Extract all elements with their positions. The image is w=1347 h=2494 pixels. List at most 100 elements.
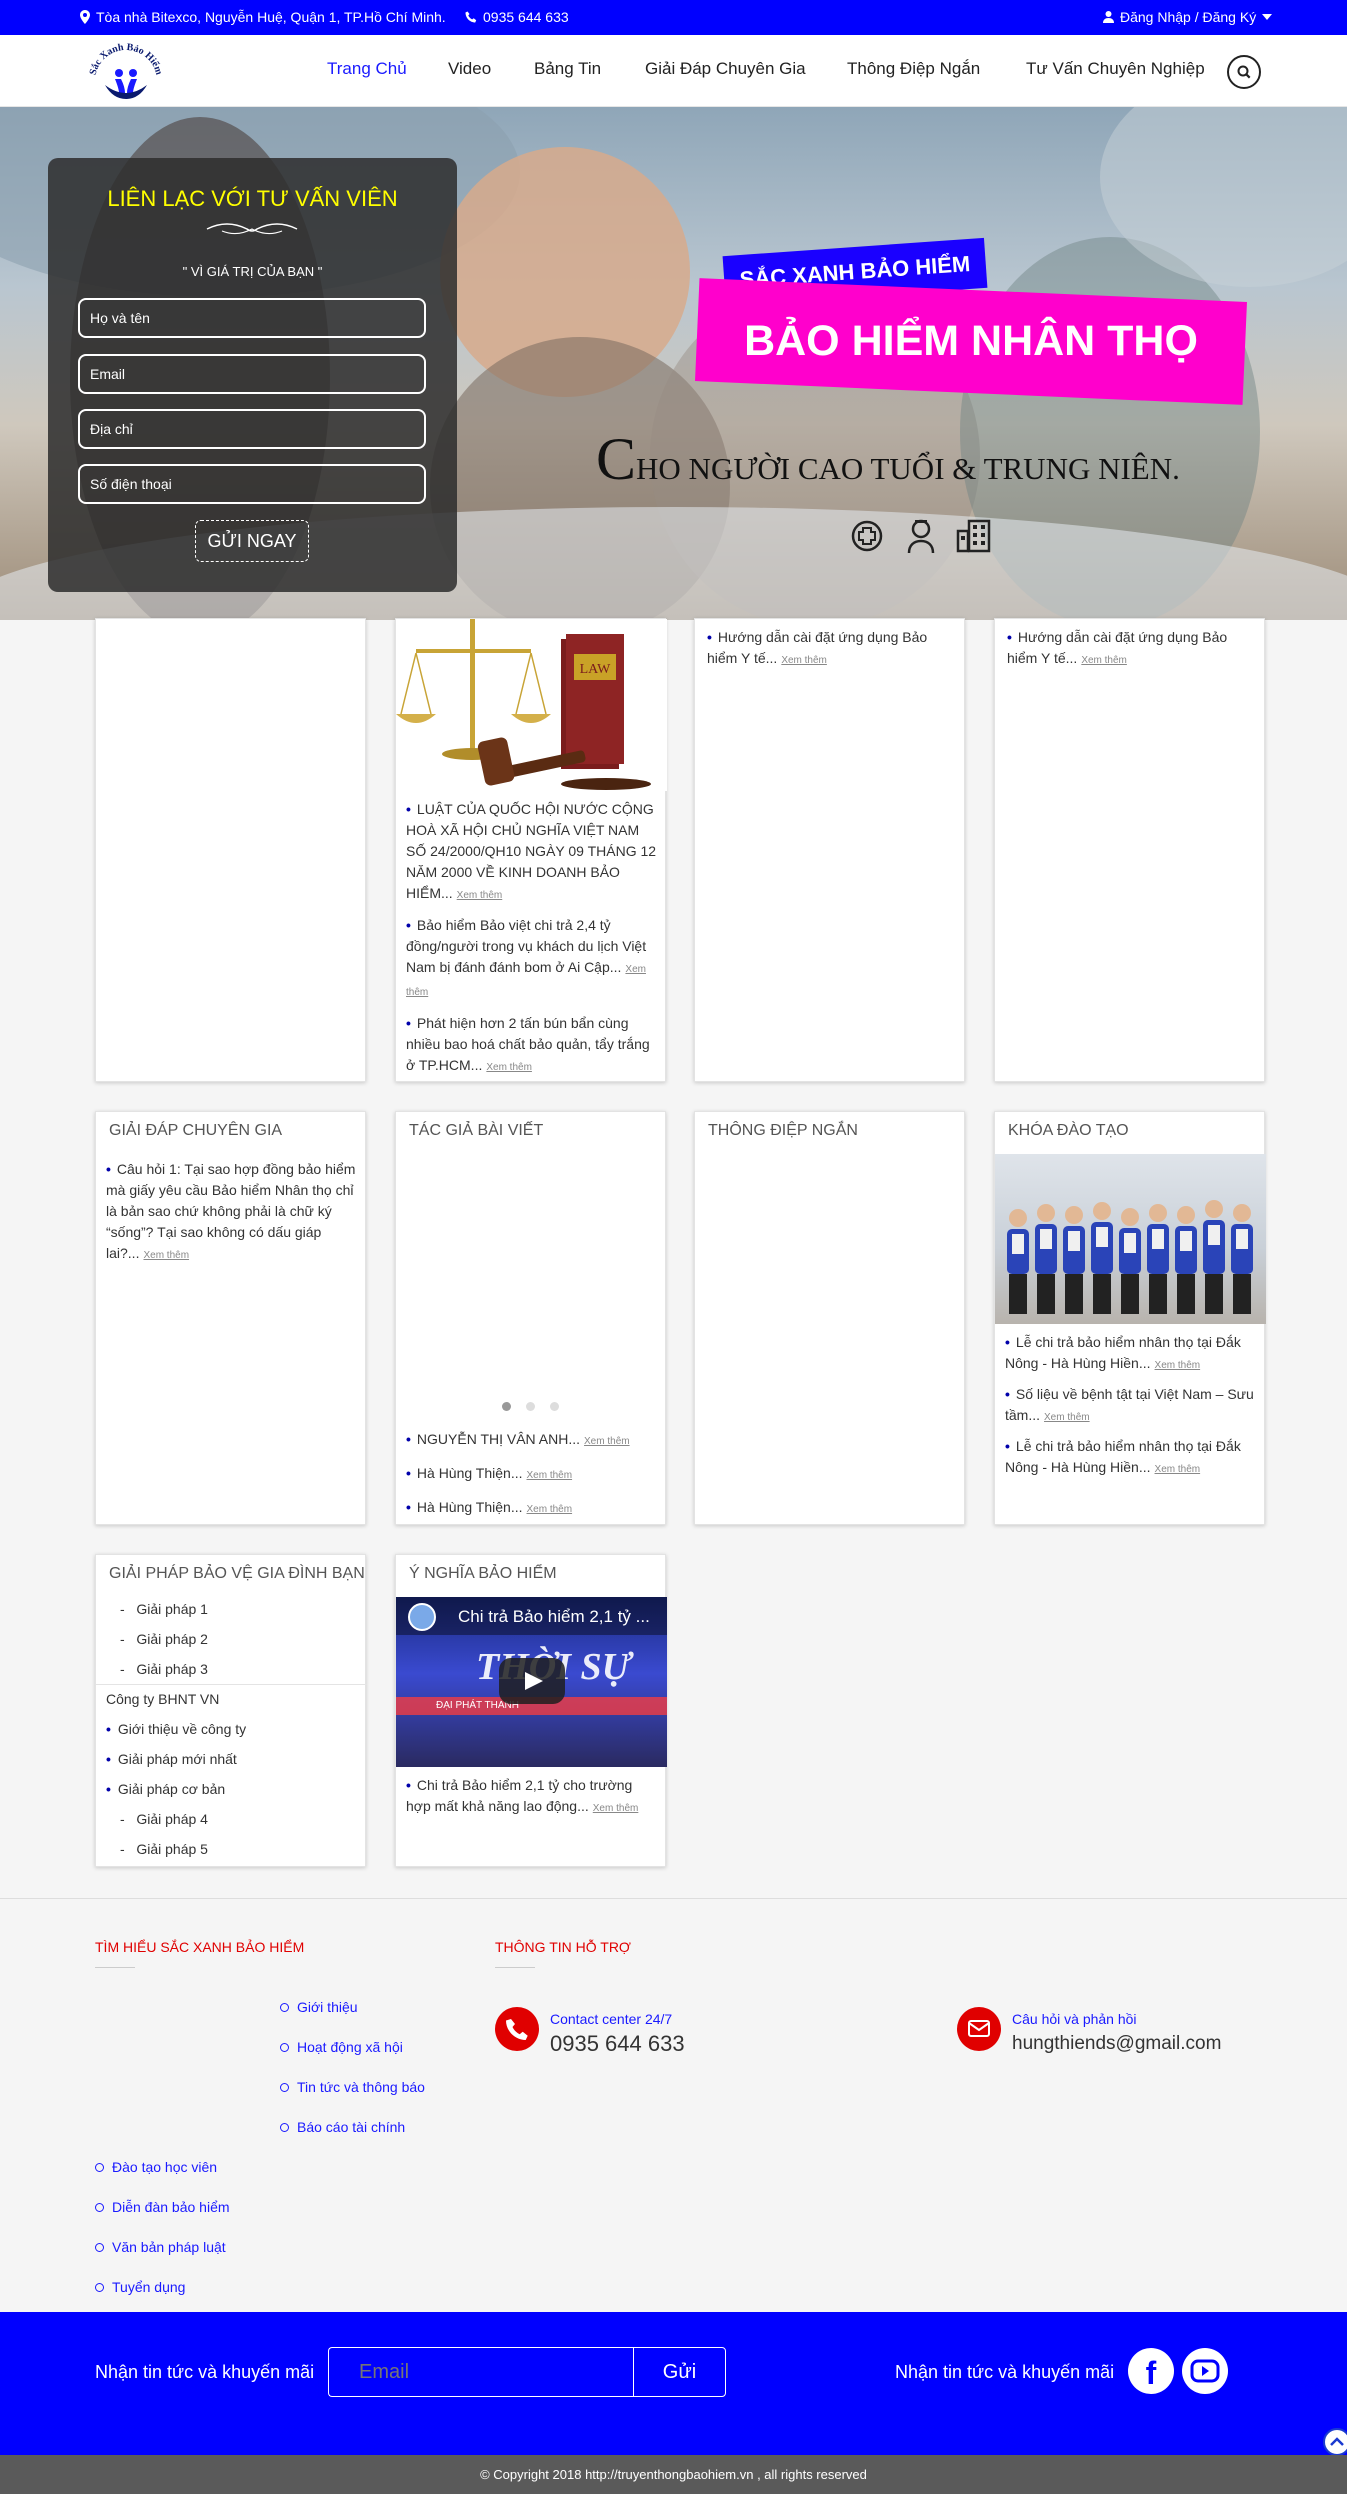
- solution-bullet-2[interactable]: • Giải pháp mới nhất: [106, 1751, 237, 1767]
- read-more-link[interactable]: Xem thêm: [593, 1803, 639, 1814]
- read-more-link[interactable]: Xem thêm: [1155, 1464, 1201, 1475]
- address-input[interactable]: [78, 409, 426, 449]
- contact-label: Contact center 24/7: [550, 2011, 673, 2027]
- read-more-link[interactable]: Xem thêm: [1155, 1360, 1201, 1371]
- solution-sub-3[interactable]: - Giải pháp 3: [120, 1661, 208, 1677]
- law-book-label: LAW: [580, 662, 612, 677]
- email-input[interactable]: [78, 354, 426, 394]
- read-more-link[interactable]: Xem thêm: [584, 1436, 630, 1447]
- meaning-item[interactable]: • Chi trả Bảo hiểm 2,1 tỷ cho trường hợp …: [406, 1775, 658, 1819]
- contact-phone[interactable]: 0935 644 633: [550, 2031, 685, 2057]
- channel-avatar: [408, 1603, 436, 1631]
- nav-news-board[interactable]: Bảng Tin: [534, 59, 601, 79]
- solution-sub-2[interactable]: - Giải pháp 2: [120, 1631, 208, 1647]
- footer-support-title: THÔNG TIN HỖ TRỢ: [495, 1939, 631, 1955]
- card-family-solutions: GIẢI PHÁP BẢO VỆ GIA ĐÌNH BẠN - Giải phá…: [95, 1554, 367, 1867]
- carousel-dot-1[interactable]: [502, 1402, 511, 1411]
- footer-link-legal[interactable]: Văn bản pháp luật: [95, 2239, 226, 2255]
- logo[interactable]: Sắc Xanh Bảo Hiểm: [85, 41, 167, 101]
- newsletter-submit-button[interactable]: Gửi: [633, 2347, 726, 2397]
- solution-sub-4[interactable]: - Giải pháp 4: [120, 1811, 208, 1827]
- card-authors: TÁC GIẢ BÀI VIẾT • NGUYỄN THỊ VÂN ANH... X…: [395, 1111, 666, 1525]
- read-more-link[interactable]: Xem thêm: [1044, 1412, 1090, 1423]
- author-item-2[interactable]: • Hà Hùng Thiện... Xem thêm: [406, 1463, 658, 1486]
- login-link[interactable]: Đăng Nhập / Đăng Ký: [1103, 9, 1273, 25]
- author-item-1[interactable]: • NGUYỄN THỊ VÂN ANH... Xem thêm: [406, 1429, 658, 1452]
- caret-down-icon: [1262, 13, 1273, 20]
- carousel-dot-3[interactable]: [550, 1402, 559, 1411]
- training-item-1[interactable]: • Lễ chi trả bảo hiểm nhân thọ tại Đắk Nô…: [1005, 1332, 1257, 1376]
- nav-expert-answers[interactable]: Giải Đáp Chuyên Gia: [645, 59, 806, 79]
- training-group-photo[interactable]: [995, 1154, 1266, 1324]
- read-more-link[interactable]: Xem thêm: [486, 1062, 532, 1073]
- name-input[interactable]: [78, 298, 426, 338]
- video-player[interactable]: Chi trả Bảo hiểm 2,1 tỷ ... THỜI SỰ ĐẠI …: [396, 1597, 667, 1767]
- login-text: Đăng Nhập / Đăng Ký: [1120, 9, 1257, 25]
- logo-text: Sắc Xanh Bảo Hiểm: [88, 42, 165, 77]
- back-to-top-button[interactable]: [1323, 2428, 1347, 2456]
- read-more-link[interactable]: Xem thêm: [527, 1504, 573, 1515]
- newsletter-bar: Nhận tin tức và khuyến mãi Gửi Nhận tin …: [0, 2312, 1347, 2456]
- play-button[interactable]: [499, 1658, 565, 1704]
- svg-text:Sắc Xanh Bảo Hiểm: Sắc Xanh Bảo Hiểm: [88, 42, 165, 77]
- footer-about-title: TÌM HIỂU SẮC XANH BẢO HIỂM: [95, 1939, 305, 1955]
- solution-sub-5[interactable]: - Giải pháp 5: [120, 1841, 208, 1857]
- footer-link-forum[interactable]: Diễn đàn bảo hiểm: [95, 2199, 230, 2215]
- contact-phone-badge: [495, 2007, 539, 2051]
- footer-link-careers[interactable]: Tuyển dụng: [95, 2279, 185, 2295]
- nav-short-messages[interactable]: Thông Điệp Ngắn: [847, 59, 980, 79]
- law-news-item-1[interactable]: • LUẬT CỦA QUỐC HỘI NƯỚC CỘNG HOÀ XÃ HỘI …: [406, 799, 658, 906]
- chevron-up-icon: [1330, 2437, 1344, 2446]
- training-item-3[interactable]: • Lễ chi trả bảo hiểm nhân thọ tại Đắk Nô…: [1005, 1436, 1257, 1480]
- footer-link-news[interactable]: Tin tức và thông báo: [280, 2079, 425, 2095]
- training-item-2[interactable]: • Số liệu về bệnh tật tại Việt Nam – Sưu …: [1005, 1384, 1257, 1428]
- solution-sub-1[interactable]: - Giải pháp 1: [120, 1601, 208, 1617]
- feedback-email[interactable]: hungthiends@gmail.com: [1012, 2033, 1221, 2055]
- card-title: GIẢI ĐÁP CHUYÊN GIA: [109, 1122, 283, 1139]
- scales-of-justice-image: LAW: [396, 619, 651, 790]
- footer: TÌM HIỂU SẮC XANH BẢO HIỂM THÔNG TIN HỖ …: [0, 1898, 1347, 2312]
- newsletter-email-input[interactable]: [328, 2347, 633, 2397]
- footer-link-social[interactable]: Hoạt động xã hội: [280, 2039, 403, 2055]
- health-app-item[interactable]: • Hướng dẫn cài đặt ứng dụng Bảo hiểm Y t…: [1007, 627, 1252, 671]
- read-more-link[interactable]: Xem thêm: [527, 1470, 573, 1481]
- envelope-icon: [968, 2020, 990, 2037]
- author-item-3[interactable]: • Hà Hùng Thiện... Xem thêm: [406, 1497, 658, 1520]
- divider: [96, 1684, 367, 1685]
- youtube-button[interactable]: [1182, 2348, 1228, 2394]
- address-info: Tòa nhà Bitexco, Nguyễn Huệ, Quận 1, TP.…: [80, 9, 446, 25]
- group-people-image: [1007, 1200, 1253, 1314]
- nav-home[interactable]: Trang Chủ: [327, 59, 407, 79]
- footer-link-finance[interactable]: Báo cáo tài chính: [280, 2119, 405, 2135]
- phone-input[interactable]: [78, 464, 426, 504]
- company-heading[interactable]: Công ty BHNT VN: [106, 1691, 219, 1707]
- card-title: KHÓA ĐÀO TẠO: [1008, 1122, 1129, 1139]
- law-news-item-3[interactable]: • Phát hiện hơn 2 tấn bún bẩn cùng nhiều …: [406, 1013, 658, 1078]
- facebook-icon[interactable]: f: [1128, 2348, 1174, 2394]
- read-more-link[interactable]: Xem thêm: [143, 1250, 189, 1261]
- carousel-dot-2[interactable]: [526, 1402, 535, 1411]
- card-title: TÁC GIẢ BÀI VIẾT: [409, 1122, 544, 1139]
- nav-video[interactable]: Video: [448, 59, 491, 79]
- expert-question-item[interactable]: • Câu hỏi 1: Tại sao hợp đồng bảo hiểm mà…: [106, 1159, 358, 1266]
- read-more-link[interactable]: Xem thêm: [457, 890, 503, 901]
- search-button[interactable]: [1227, 55, 1261, 89]
- footer-link-training[interactable]: Đào tạo học viên: [95, 2159, 217, 2175]
- form-title: LIÊN LẠC VỚI TƯ VẤN VIÊN: [107, 186, 398, 211]
- logo-emblem: Sắc Xanh Bảo Hiểm: [88, 42, 165, 99]
- law-news-item-2[interactable]: • Bảo hiểm Bảo việt chi trả 2,4 tỷ đồng/n…: [406, 915, 658, 1003]
- hospital-building-icon: [956, 519, 991, 553]
- solution-bullet-3[interactable]: • Giải pháp cơ bản: [106, 1781, 225, 1797]
- read-more-link[interactable]: Xem thêm: [1081, 655, 1127, 666]
- footer-link-about[interactable]: Giới thiệu: [280, 1999, 358, 2015]
- phone-icon: [506, 2019, 528, 2040]
- solution-bullet-1[interactable]: • Giới thiệu về công ty: [106, 1721, 246, 1737]
- youtube-icon: [1190, 2359, 1220, 2383]
- card-row1-blank: [95, 618, 366, 1082]
- nav-consulting[interactable]: Tư Vấn Chuyên Nghiệp: [1026, 59, 1205, 79]
- submit-button[interactable]: GỬI NGAY: [195, 520, 309, 562]
- health-app-item[interactable]: • Hướng dẫn cài đặt ứng dụng Bảo hiểm Y t…: [707, 627, 952, 671]
- title-underline: [495, 1967, 535, 1968]
- card-expert-answers: GIẢI ĐÁP CHUYÊN GIA • Câu hỏi 1: Tại sao …: [95, 1111, 366, 1525]
- read-more-link[interactable]: Xem thêm: [781, 655, 827, 666]
